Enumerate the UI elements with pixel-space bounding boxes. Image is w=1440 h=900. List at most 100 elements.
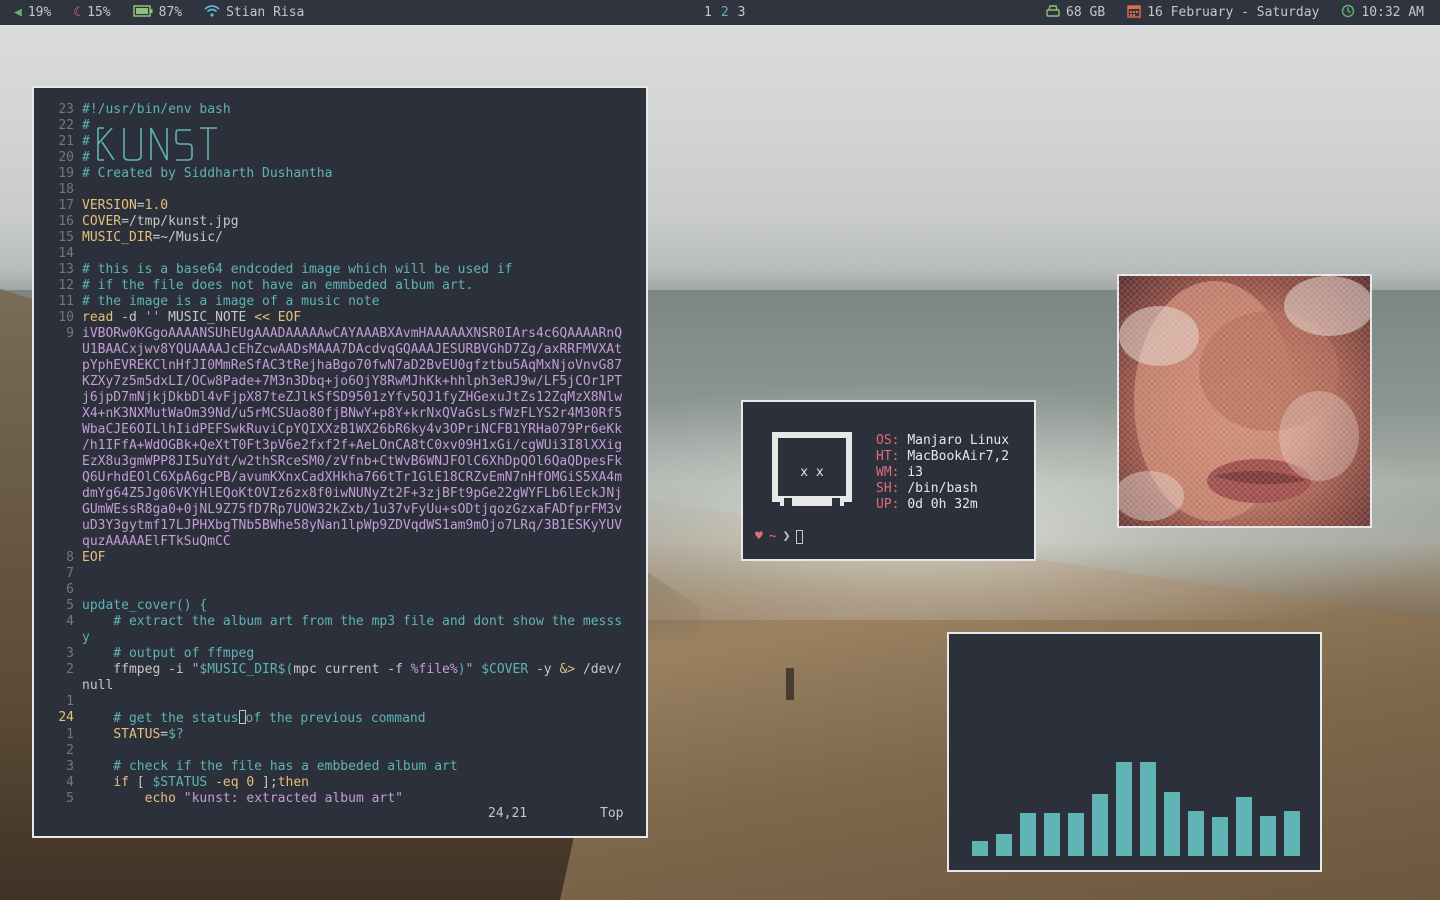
line-number: 4 [66,775,74,790]
line-number: 17 [58,198,74,213]
spectrum-bar [1260,816,1276,856]
code-line[interactable]: 14 [34,246,646,262]
line-number [34,438,74,454]
spectrum-bar [1236,797,1252,856]
album-cover-image [1117,274,1372,528]
terminal-window[interactable]: x x OS: Manjaro Linux HT: MacBookAir7,2 … [741,400,1036,561]
code-line[interactable]: dmYg64Z5Jg06VKYHlEQoKtOVIz6zx8f0iwNUNyZt… [34,486,646,502]
code-line[interactable]: y [34,630,646,646]
line-text: /h1IFfA+WdOGBk+QeXtT0Ft3pV6e2fxf2f+AeLOn… [82,438,623,453]
code-line[interactable]: 5 update_cover() { [34,598,646,614]
code-line[interactable]: 12 # if the file does not have an emmbede… [34,278,646,294]
line-text: # [82,118,90,133]
line-number [34,502,74,518]
wallpaper-post [786,668,794,700]
code-line[interactable]: GUmWEssR8ga0+0jNL9Z75fD7Rp7UOW32kZxb/1u3… [34,502,646,518]
code-line[interactable]: 16 COVER=/tmp/kunst.jpg [34,214,646,230]
code-line[interactable]: 10 read -d '' MUSIC_NOTE << EOF [34,310,646,326]
code-line[interactable]: 13 # this is a base64 endcoded image whic… [34,262,646,278]
code-line[interactable]: 5 echo "kunst: extracted album art" [34,791,646,807]
line-number: 20 [58,150,74,165]
line-text [74,694,82,710]
line-number: 12 [58,278,74,293]
code-line[interactable]: uD3Y3gytmf17LJPHXbgTNb5BWhe58yNan1lpWp9Z… [34,518,646,534]
line-number: 21 [58,134,74,149]
code-line[interactable]: 8 EOF [34,550,646,566]
line-text: # output of ffmpeg [82,646,255,661]
code-line[interactable]: 7 [34,566,646,582]
spectrum-bar [1044,813,1060,856]
line-text: # [82,150,90,165]
line-text: ffmpeg -i "$MUSIC_DIR$(mpc current -f %f… [82,662,623,677]
code-buffer[interactable]: 23 #!/usr/bin/env bash 22 #21 #20 #19 # Create… [34,102,646,807]
volume-icon[interactable]: ◀ [14,5,22,20]
line-number [34,486,74,502]
code-line[interactable]: EzX8u3gmWPP8JI5uYdt/w2thSRceSM0/zVfnb+Ct… [34,454,646,470]
code-line[interactable]: /h1IFfA+WdOGBk+QeXtT0Ft3pV6e2fxf2f+AeLOn… [34,438,646,454]
code-line[interactable]: 11 # the image is a image of a music note [34,294,646,310]
line-number: 11 [58,294,74,309]
line-text: j6jpD7mNjkjDkbDl4vFjpX87teZJlkSfSD9501zY… [82,390,623,405]
code-line[interactable]: j6jpD7mNjkjDkbDl4vFjpX87teZJlkSfSD9501zY… [34,390,646,406]
line-number: 13 [58,262,74,277]
vim-editor-window[interactable]: 23 #!/usr/bin/env bash 22 #21 #20 #19 # Create… [32,86,648,838]
line-number: 3 [66,759,74,774]
line-number [34,342,74,358]
wifi-icon[interactable] [204,4,220,21]
code-line[interactable]: 9 iVBORw0KGgoAAAANSUhEUgAAADAAAAAwCAYAAAB… [34,326,646,342]
line-number [34,534,74,550]
fetch-row-up: UP: 0d 0h 32m [876,497,978,512]
code-line[interactable]: null [34,678,646,694]
code-line[interactable]: U1BAACxjwv8YQUAAAAJcEhZcwAADsMAAA7DAcdvq… [34,342,646,358]
workspace-1[interactable]: 1 [704,5,712,20]
code-line[interactable]: 3 # check if the file has a embbeded alb… [34,759,646,775]
code-line[interactable]: 23 #!/usr/bin/env bash [34,102,646,118]
spectrum-bar [1284,811,1300,856]
line-text: update_cover() { [82,598,208,613]
shell-prompt[interactable]: ♥ ~ ❯ [755,529,804,544]
album-cover-art [1119,276,1370,526]
line-text: X4+nK3NXMutWaOm39Nd/u5rMCSUao80fjBNwY+p8… [82,406,623,421]
code-line[interactable]: pYphEVREKClnHfJI0MmReSfAC3tRejhaBgo70fwN… [34,358,646,374]
line-text: iVBORw0KGgoAAAANSUhEUgAAADAAAAAwCAYAAABX… [82,326,623,341]
audio-visualizer-window [947,632,1322,872]
line-text: GUmWEssR8ga0+0jNL9Z75fD7Rp7UOW32kZxb/1u3… [82,502,623,517]
code-line[interactable]: 3 # output of ffmpeg [34,646,646,662]
code-line[interactable]: X4+nK3NXMutWaOm39Nd/u5rMCSUao80fjBNwY+p8… [34,406,646,422]
date-value: 16 February - Saturday [1147,5,1320,20]
workspace-2[interactable]: 2 [721,5,729,20]
code-line[interactable]: 19 # Created by Siddharth Dushantha [34,166,646,182]
line-text: COVER=/tmp/kunst.jpg [82,214,239,229]
prompt-dir: ~ [768,529,777,544]
code-line[interactable]: 2 [34,743,646,759]
fetch-row-sh: SH: /bin/bash [876,481,978,496]
line-text: dmYg64Z5Jg06VKYHlEQoKtOVIz6zx8f0iwNUNyZt… [82,486,623,501]
line-number: 2 [66,743,74,758]
line-text [74,743,82,759]
code-line[interactable]: 18 [34,182,646,198]
line-number [34,422,74,438]
line-number: 9 [66,326,74,341]
code-line[interactable]: quzAAAAAElFTkSuQmCC [34,534,646,550]
workspace-3[interactable]: 3 [738,5,746,20]
code-line[interactable]: 4 # extract the album art from the mp3 f… [34,614,646,630]
vim-cursor [238,710,246,724]
code-line[interactable]: 1 [34,694,646,710]
spectrum-bar [1116,762,1132,856]
code-line[interactable]: Q6UrhdEOlC6XpA6gcPB/avumKXnxCadXHkha766t… [34,470,646,486]
code-line[interactable]: 4 if [ $STATUS -eq 0 ];then [34,775,646,791]
code-line[interactable]: 1 STATUS=$? [34,727,646,743]
code-line[interactable]: 15 MUSIC_DIR=~/Music/ [34,230,646,246]
code-line[interactable]: 24 # get the status of the previous comma… [34,710,646,727]
line-text: if [ $STATUS -eq 0 ];then [113,775,310,790]
line-number: 14 [58,246,74,261]
code-line[interactable]: WbaCJE6OILlhIidPEFSwkRuviCpYQIXXzB1WX26b… [34,422,646,438]
wifi-name: Stian Risa [226,5,305,20]
code-line[interactable]: KZXy7z5m5dxLI/OCw8Pade+7M3n3Dbq+jo6OjY8R… [34,374,646,390]
code-line[interactable]: 2 ffmpeg -i "$MUSIC_DIR$(mpc current -f … [34,662,646,678]
line-text [74,566,82,582]
line-text [74,182,82,198]
code-line[interactable]: 6 [34,582,646,598]
line-text: quzAAAAAElFTkSuQmCC [82,534,231,549]
code-line[interactable]: 17 VERSION=1.0 [34,198,646,214]
